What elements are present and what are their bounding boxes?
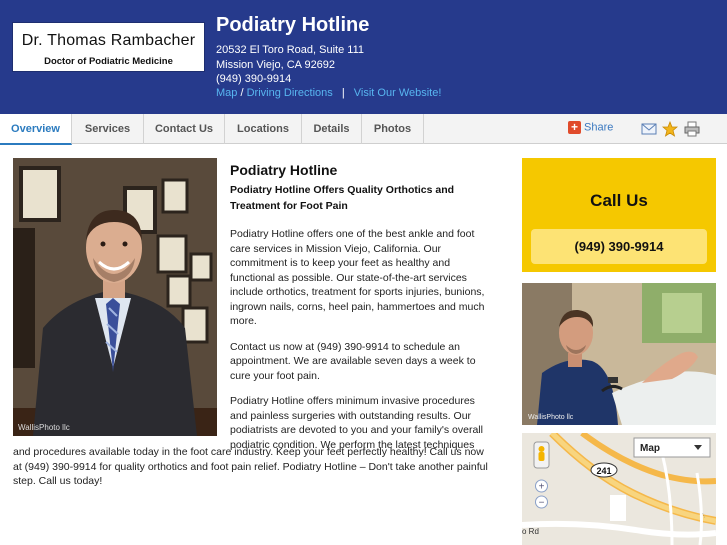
- plus-icon: +: [568, 121, 581, 134]
- logo-subtitle: Doctor of Podiatric Medicine: [44, 56, 173, 67]
- doctor-portrait-photo: WallisPhoto llc: [13, 158, 217, 436]
- svg-text:−: −: [539, 498, 545, 509]
- share-label: Share: [584, 121, 614, 134]
- nav-bar: Overview Services Contact Us Locations D…: [0, 114, 727, 145]
- main-content: Podiatry Hotline Podiatry Hotline Offers…: [230, 162, 490, 452]
- header: Dr. Thomas Rambacher Doctor of Podiatric…: [0, 0, 727, 114]
- procedures-paragraph-start: Podiatry Hotline offers minimum invasive…: [230, 395, 483, 451]
- map-type-dropdown[interactable]: Map: [633, 437, 711, 458]
- share-button[interactable]: + Share: [568, 121, 613, 137]
- driving-directions-link[interactable]: Driving Directions: [247, 87, 333, 99]
- tab-details[interactable]: Details: [302, 114, 362, 144]
- call-us-box: Call Us (949) 390-9914: [522, 158, 716, 272]
- road-label: o Rd: [522, 527, 539, 536]
- link-divider: |: [341, 87, 345, 99]
- business-name: Podiatry Hotline: [216, 14, 370, 36]
- logo-name: Dr. Thomas Rambacher: [21, 32, 196, 49]
- map-link[interactable]: Map: [216, 87, 237, 99]
- procedures-paragraph-end: and procedures available today in the fo…: [13, 446, 488, 487]
- tab-overview[interactable]: Overview: [0, 114, 72, 145]
- intro-paragraph: Podiatry Hotline offers one of the best …: [230, 228, 485, 327]
- svg-text:+: +: [539, 482, 545, 493]
- call-us-title: Call Us: [590, 191, 648, 210]
- header-links: Map / Driving Directions | Visit Our Web…: [216, 87, 441, 99]
- address-line-1: 20532 El Toro Road, Suite 111: [216, 44, 364, 56]
- tab-services[interactable]: Services: [72, 114, 144, 144]
- photo-watermark: WallisPhoto llc: [18, 423, 70, 432]
- email-icon[interactable]: [641, 122, 657, 136]
- logo[interactable]: Dr. Thomas Rambacher Doctor of Podiatric…: [12, 22, 205, 72]
- side-photo-watermark: WallisPhoto llc: [528, 414, 574, 421]
- print-icon[interactable]: [684, 121, 700, 137]
- header-phone: (949) 390-9914: [216, 73, 292, 85]
- link-separator: /: [240, 87, 244, 99]
- zoom-out-button[interactable]: −: [535, 495, 548, 509]
- call-phone-button[interactable]: (949) 390-9914: [531, 229, 707, 264]
- tab-photos[interactable]: Photos: [362, 114, 424, 144]
- address-line-2: Mission Viejo, CA 92692: [216, 59, 336, 71]
- page-title: Podiatry Hotline: [230, 162, 338, 178]
- route-shield: 241: [596, 466, 611, 476]
- map-type-label: Map: [640, 443, 660, 454]
- zoom-in-button[interactable]: +: [535, 479, 548, 493]
- star-icon[interactable]: [662, 121, 678, 137]
- visit-website-link[interactable]: Visit Our Website!: [354, 87, 442, 99]
- tab-locations[interactable]: Locations: [225, 114, 302, 144]
- pegman-icon[interactable]: [533, 441, 550, 469]
- location-map[interactable]: 241 o Rd … + − Map: [522, 433, 716, 545]
- contact-paragraph: Contact us now at (949) 390-9914 to sche…: [230, 340, 476, 382]
- tab-contact-us[interactable]: Contact Us: [144, 114, 225, 144]
- doctor-treatment-photo: WallisPhoto llc: [522, 283, 716, 425]
- page-subtitle: Podiatry Hotline Offers Quality Orthotic…: [230, 184, 455, 212]
